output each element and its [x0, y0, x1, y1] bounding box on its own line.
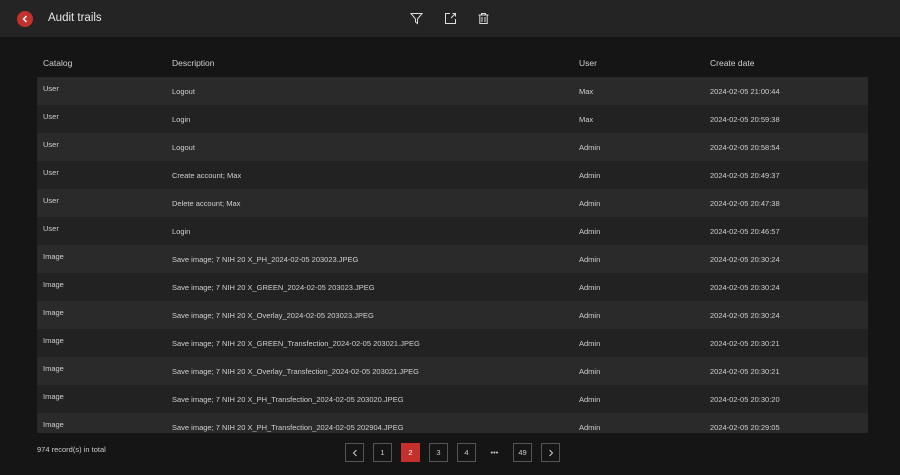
cell-user: Admin — [579, 198, 601, 208]
cell-user: Admin — [579, 422, 601, 432]
cell-create-date: 2024-02-05 20:30:20 — [710, 394, 780, 404]
cell-user: Admin — [579, 170, 601, 180]
cell-catalog: Image — [43, 420, 64, 429]
cell-description: Save image; 7 NIH 20 X_Overlay_Transfect… — [172, 366, 419, 376]
cell-create-date: 2024-02-05 20:49:37 — [710, 170, 780, 180]
table-row[interactable]: User Logout Admin 2024-02-05 20:58:54 — [37, 133, 868, 161]
cell-user: Admin — [579, 338, 601, 348]
cell-user: Admin — [579, 254, 601, 264]
table-row[interactable]: User Create account; Max Admin 2024-02-05 2… — [37, 161, 868, 189]
page-1[interactable]: 1 — [373, 443, 392, 462]
chevron-left-icon — [352, 449, 357, 456]
table-row[interactable]: User Logout Max 2024-02-05 21:00:44 — [37, 77, 868, 105]
cell-create-date: 2024-02-05 20:30:24 — [710, 282, 780, 292]
cell-description: Login — [172, 114, 191, 124]
cell-user: Admin — [579, 366, 601, 376]
export-button[interactable] — [442, 10, 458, 26]
cell-create-date: 2024-02-05 21:00:44 — [710, 86, 780, 96]
cell-catalog: Image — [43, 280, 64, 289]
cell-catalog: Image — [43, 252, 64, 261]
cell-catalog: User — [43, 112, 59, 121]
page-2[interactable]: 2 — [401, 443, 420, 462]
table-row[interactable]: Image Save image; 7 NIH 20 X_GREEN_Transf… — [37, 329, 868, 357]
table-row[interactable]: Image Save image; 7 NIH 20 X_PH_Transfect… — [37, 385, 868, 413]
cell-description: Logout — [172, 142, 195, 152]
page-3[interactable]: 3 — [429, 443, 448, 462]
cell-description: Save image; 7 NIH 20 X_PH_Transfection_2… — [172, 422, 404, 432]
table-row[interactable]: Image Save image; 7 NIH 20 X_GREEN_2024-0… — [37, 273, 868, 301]
cell-user: Admin — [579, 394, 601, 404]
page-49[interactable]: 49 — [513, 443, 532, 462]
cell-catalog: Image — [43, 364, 64, 373]
cell-create-date: 2024-02-05 20:46:57 — [710, 226, 780, 236]
prev-page-button[interactable] — [345, 443, 364, 462]
cell-create-date: 2024-02-05 20:30:24 — [710, 254, 780, 264]
record-count: 974 record(s) in total — [37, 445, 106, 454]
cell-catalog: Image — [43, 336, 64, 345]
chevron-right-icon — [548, 449, 553, 456]
cell-user: Admin — [579, 226, 601, 236]
cell-user: Max — [579, 114, 594, 124]
table-row[interactable]: User Login Admin 2024-02-05 20:46:57 — [37, 217, 868, 245]
top-bar: Audit trails — [0, 0, 900, 37]
cell-create-date: 2024-02-05 20:59:38 — [710, 114, 780, 124]
cell-catalog: User — [43, 168, 59, 177]
cell-catalog: User — [43, 140, 59, 149]
cell-user: Max — [579, 86, 594, 96]
cell-catalog: User — [43, 224, 59, 233]
cell-create-date: 2024-02-05 20:29:05 — [710, 422, 780, 432]
cell-description: Logout — [172, 86, 195, 96]
cell-description: Save image; 7 NIH 20 X_Overlay_2024-02-0… — [172, 310, 374, 320]
column-user[interactable]: User — [579, 58, 710, 68]
table-row[interactable]: Image Save image; 7 NIH 20 X_Overlay_2024… — [37, 301, 868, 329]
cell-catalog: Image — [43, 392, 64, 401]
cell-create-date: 2024-02-05 20:30:24 — [710, 310, 780, 320]
cell-catalog: Image — [43, 308, 64, 317]
column-create-date[interactable]: Create date — [710, 58, 868, 68]
cell-user: Admin — [579, 142, 601, 152]
table-row[interactable]: Image Save image; 7 NIH 20 X_PH_2024-02-0… — [37, 245, 868, 273]
cell-description: Save image; 7 NIH 20 X_GREEN_Transfectio… — [172, 338, 420, 348]
cell-description: Delete account; Max — [172, 198, 241, 208]
cell-create-date: 2024-02-05 20:58:54 — [710, 142, 780, 152]
audit-table: Catalog Description User Create date Use… — [37, 49, 868, 433]
pagination: 1 2 3 4 ••• 49 — [345, 443, 560, 462]
table-row[interactable]: Image Save image; 7 NIH 20 X_PH_Transfect… — [37, 413, 868, 433]
table-row[interactable]: Image Save image; 7 NIH 20 X_Overlay_Tran… — [37, 357, 868, 385]
chevron-left-icon — [22, 15, 28, 23]
trash-icon — [478, 12, 488, 24]
table-row[interactable]: User Login Max 2024-02-05 20:59:38 — [37, 105, 868, 133]
page-title: Audit trails — [48, 12, 102, 24]
cell-create-date: 2024-02-05 20:30:21 — [710, 338, 780, 348]
column-catalog[interactable]: Catalog — [37, 58, 172, 68]
cell-create-date: 2024-02-05 20:47:38 — [710, 198, 780, 208]
cell-catalog: User — [43, 84, 59, 93]
table-row[interactable]: User Delete account; Max Admin 2024-02-05 2… — [37, 189, 868, 217]
page-ellipsis[interactable]: ••• — [485, 443, 504, 462]
page-4[interactable]: 4 — [457, 443, 476, 462]
cell-description: Save image; 7 NIH 20 X_GREEN_2024-02-05 … — [172, 282, 375, 292]
cell-description: Login — [172, 226, 191, 236]
cell-catalog: User — [43, 196, 59, 205]
cell-description: Save image; 7 NIH 20 X_PH_Transfection_2… — [172, 394, 404, 404]
next-page-button[interactable] — [541, 443, 560, 462]
cell-create-date: 2024-02-05 20:30:21 — [710, 366, 780, 376]
filter-button[interactable] — [408, 10, 424, 26]
delete-button[interactable] — [475, 10, 491, 26]
cell-user: Admin — [579, 282, 601, 292]
cell-description: Create account; Max — [172, 170, 242, 180]
cell-description: Save image; 7 NIH 20 X_PH_2024-02-05 203… — [172, 254, 359, 264]
column-description[interactable]: Description — [172, 58, 579, 68]
table-header: Catalog Description User Create date — [37, 49, 868, 77]
export-icon — [444, 12, 456, 24]
filter-icon — [409, 12, 423, 24]
table-body: User Logout Max 2024-02-05 21:00:44 User Logi… — [37, 77, 868, 433]
back-button[interactable] — [17, 11, 33, 27]
cell-user: Admin — [579, 310, 601, 320]
